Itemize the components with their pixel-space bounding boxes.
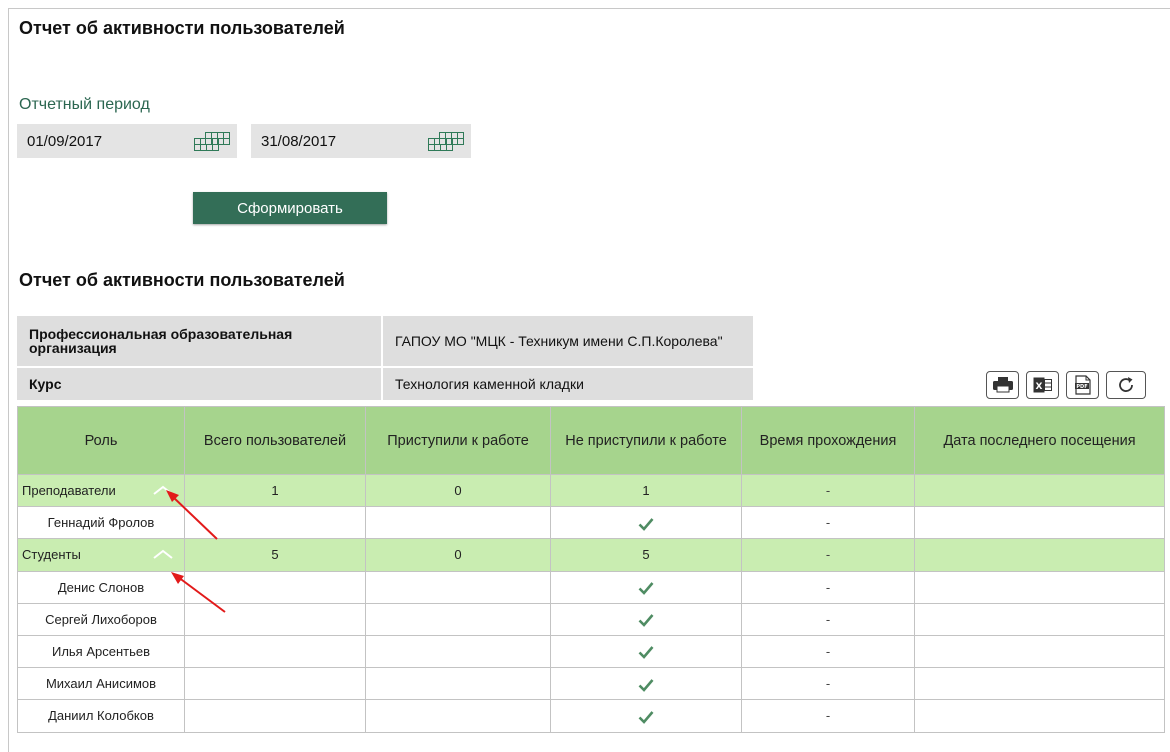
date-from-field[interactable]: 01/09/2017	[17, 124, 237, 158]
group-name: Студенты	[22, 547, 81, 563]
table-header-row: Роль Всего пользователей Приступили к ра…	[17, 406, 1165, 475]
date-from-value: 01/09/2017	[27, 132, 103, 150]
member-name: Сергей Лихоборов	[17, 602, 185, 636]
export-pdf-button[interactable]: PDF	[1066, 371, 1099, 399]
svg-text:PDF: PDF	[1076, 384, 1087, 390]
member-total-cell	[184, 667, 366, 701]
member-time: -	[741, 602, 915, 636]
table-row: Сергей Лихоборов -	[17, 602, 1165, 636]
member-not-started-cell	[550, 667, 742, 701]
org-label: Профессиональная образовательная организ…	[17, 316, 383, 366]
member-last-visit-cell	[914, 699, 1165, 733]
member-name: Илья Арсентьев	[17, 634, 185, 669]
generate-report-button[interactable]: Сформировать	[193, 192, 387, 224]
member-name: Михаил Анисимов	[17, 667, 185, 701]
table-row: Геннадий Фролов -	[17, 506, 1165, 540]
member-started-cell	[365, 570, 551, 604]
print-button[interactable]	[986, 371, 1019, 399]
member-started-cell	[365, 506, 551, 540]
member-last-visit-cell	[914, 570, 1165, 604]
course-value: Технология каменной кладки	[383, 368, 753, 400]
member-total-cell	[184, 570, 366, 604]
chevron-up-icon[interactable]	[152, 549, 174, 560]
member-time: -	[741, 667, 915, 701]
member-time: -	[741, 634, 915, 669]
checkmark-icon	[638, 710, 654, 724]
member-last-visit-cell	[914, 506, 1165, 540]
checkmark-icon	[638, 614, 654, 628]
report-title: Отчет об активности пользователей	[19, 270, 345, 290]
member-name: Геннадий Фролов	[17, 506, 185, 540]
group-last-visit	[914, 538, 1165, 572]
table-row: Даниил Колобков -	[17, 699, 1165, 733]
member-total-cell	[184, 634, 366, 669]
member-last-visit-cell	[914, 602, 1165, 636]
date-to-field[interactable]: 31/08/2017	[251, 124, 471, 158]
checkmark-icon	[638, 678, 654, 692]
refresh-icon	[1119, 377, 1133, 392]
member-last-visit-cell	[914, 667, 1165, 701]
checkmark-icon	[638, 517, 654, 531]
member-name: Денис Слонов	[17, 570, 185, 604]
excel-icon: X	[1033, 377, 1052, 393]
group-not-started: 5	[550, 538, 742, 572]
group-row-students[interactable]: Студенты 5 0 5 -	[17, 538, 1165, 572]
member-not-started-cell	[550, 506, 742, 540]
pdf-icon: PDF	[1074, 375, 1091, 395]
refresh-button[interactable]	[1106, 371, 1146, 399]
group-name: Преподаватели	[22, 483, 116, 499]
member-not-started-cell	[550, 602, 742, 636]
group-total: 5	[184, 538, 366, 572]
date-to-value: 31/08/2017	[261, 132, 337, 150]
print-icon	[992, 377, 1013, 393]
group-total: 1	[184, 473, 366, 508]
col-started-header[interactable]: Приступили к работе	[365, 406, 551, 475]
calendar-icon[interactable]	[193, 131, 231, 153]
page-title: Отчет об активности пользователей	[19, 18, 345, 38]
course-label: Курс	[17, 368, 383, 400]
member-started-cell	[365, 602, 551, 636]
col-role-header[interactable]: Роль	[17, 406, 185, 475]
member-not-started-cell	[550, 570, 742, 604]
chevron-up-icon[interactable]	[152, 485, 174, 495]
group-time: -	[741, 538, 915, 572]
group-last-visit	[914, 473, 1165, 508]
col-total-header[interactable]: Всего пользователей	[184, 406, 366, 475]
org-value: ГАПОУ МО "МЦК - Техникум имени С.П.Корол…	[383, 316, 753, 366]
checkmark-icon	[638, 646, 654, 660]
table-row: Михаил Анисимов -	[17, 667, 1165, 701]
member-total-cell	[184, 699, 366, 733]
activity-table: Роль Всего пользователей Приступили к ра…	[17, 406, 1165, 733]
member-time: -	[741, 699, 915, 733]
calendar-icon[interactable]	[427, 131, 465, 153]
group-started: 0	[365, 538, 551, 572]
col-not-started-header[interactable]: Не приступили к работе	[550, 406, 742, 475]
member-started-cell	[365, 634, 551, 669]
export-excel-button[interactable]: X	[1026, 371, 1059, 399]
member-last-visit-cell	[914, 634, 1165, 669]
member-started-cell	[365, 699, 551, 733]
col-time-header[interactable]: Время прохождения	[741, 406, 915, 475]
group-row-teachers[interactable]: Преподаватели 1 0 1 -	[17, 473, 1165, 508]
member-not-started-cell	[550, 699, 742, 733]
member-started-cell	[365, 667, 551, 701]
member-total-cell	[184, 602, 366, 636]
table-row: Илья Арсентьев -	[17, 634, 1165, 669]
report-info-table: Профессиональная образовательная организ…	[17, 314, 753, 402]
col-last-visit-header[interactable]: Дата последнего посещения	[914, 406, 1165, 475]
member-time: -	[741, 570, 915, 604]
member-time: -	[741, 506, 915, 540]
group-time: -	[741, 473, 915, 508]
period-label: Отчетный период	[19, 96, 150, 113]
member-total-cell	[184, 506, 366, 540]
group-not-started: 1	[550, 473, 742, 508]
member-name: Даниил Колобков	[17, 699, 185, 733]
report-toolbar: X PDF	[986, 371, 1146, 399]
svg-text:X: X	[1035, 382, 1042, 392]
group-started: 0	[365, 473, 551, 508]
checkmark-icon	[638, 582, 654, 595]
table-row: Денис Слонов -	[17, 570, 1165, 604]
member-not-started-cell	[550, 634, 742, 669]
